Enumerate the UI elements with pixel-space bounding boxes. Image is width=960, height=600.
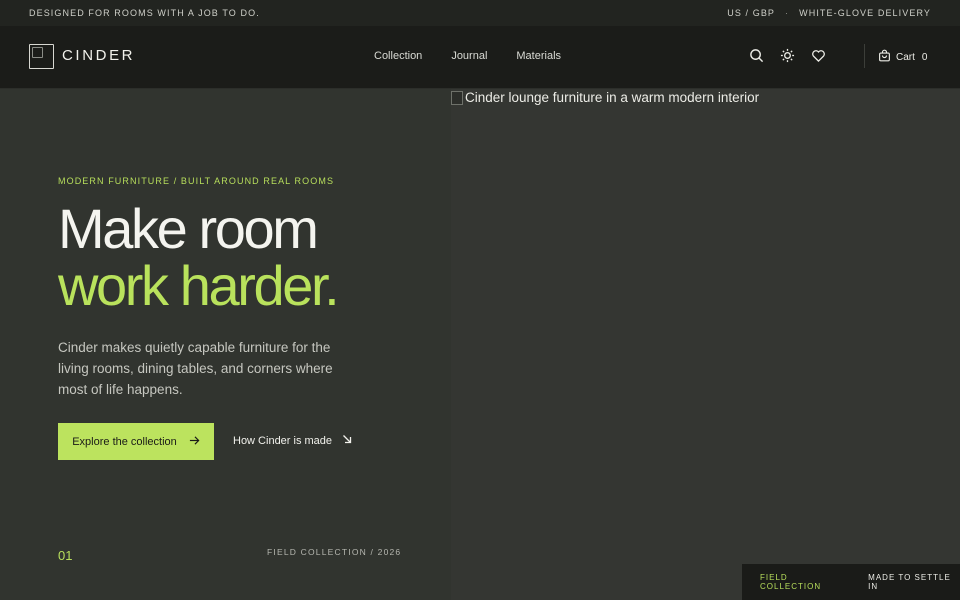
how-made-label: How Cinder is made	[233, 434, 333, 447]
arrow-down-right-icon	[342, 434, 352, 447]
headline-line-2: work harder.	[58, 254, 340, 317]
slide-index: 01	[58, 548, 73, 563]
site-header: CINDER Collection Journal Materials Cart…	[0, 26, 960, 89]
hero-body: Cinder makes quietly capable furniture f…	[58, 340, 333, 397]
nav-item-materials[interactable]: Materials	[516, 50, 561, 62]
announcement-bar: DESIGNED FOR ROOMS WITH A JOB TO DO. US …	[0, 0, 960, 26]
cart-count: 0	[921, 51, 928, 63]
hero-headline: Make room work harder.	[58, 197, 340, 317]
brand-name[interactable]: CINDER	[62, 47, 135, 64]
explore-collection-label: Explore the collection	[72, 435, 177, 448]
hero-image-alt-text: Cinder lounge furniture in a warm modern…	[465, 90, 760, 105]
broken-image-icon	[451, 90, 463, 105]
hero-image: Cinder lounge furniture in a warm modern…	[451, 89, 960, 600]
how-made-link[interactable]: How Cinder is made	[233, 434, 352, 447]
nav-item-journal[interactable]: Journal	[451, 50, 487, 62]
hero-eyebrow: MODERN FURNITURE / BUILT AROUND REAL ROO…	[58, 176, 335, 186]
theme-toggle-icon[interactable]	[780, 48, 795, 63]
nav-item-collection[interactable]: Collection	[374, 50, 422, 62]
header-icons	[749, 48, 826, 63]
header-divider	[864, 44, 865, 68]
explore-collection-button[interactable]: Explore the collection	[58, 423, 214, 460]
field-collection-label: FIELD COLLECTION / 2026	[267, 547, 402, 557]
announcement-right: US / GBP · WHITE-GLOVE DELIVERY	[727, 8, 931, 18]
cart-label: Cart	[896, 51, 915, 63]
hero-image-alt: Cinder lounge furniture in a warm modern…	[451, 90, 759, 105]
search-icon[interactable]	[749, 48, 764, 63]
arrow-right-icon	[189, 435, 200, 449]
cart-button[interactable]: Cart 0	[878, 49, 927, 65]
headline-line-1: Make room	[58, 197, 319, 260]
footer-tag-right: MADE TO SETTLE IN	[868, 573, 951, 591]
logo-image[interactable]	[29, 44, 54, 69]
delivery-note: WHITE-GLOVE DELIVERY	[799, 8, 931, 18]
footer-tag-bar: FIELD COLLECTION MADE TO SETTLE IN	[742, 564, 960, 600]
separator-dot: ·	[785, 8, 790, 18]
announcement-text: DESIGNED FOR ROOMS WITH A JOB TO DO.	[29, 8, 260, 18]
main-nav: Collection Journal Materials	[374, 50, 561, 62]
region-selector[interactable]: US / GBP	[727, 8, 775, 18]
footer-tag-left: FIELD COLLECTION	[760, 573, 822, 591]
heart-icon[interactable]	[811, 48, 826, 63]
cart-icon	[878, 49, 891, 65]
